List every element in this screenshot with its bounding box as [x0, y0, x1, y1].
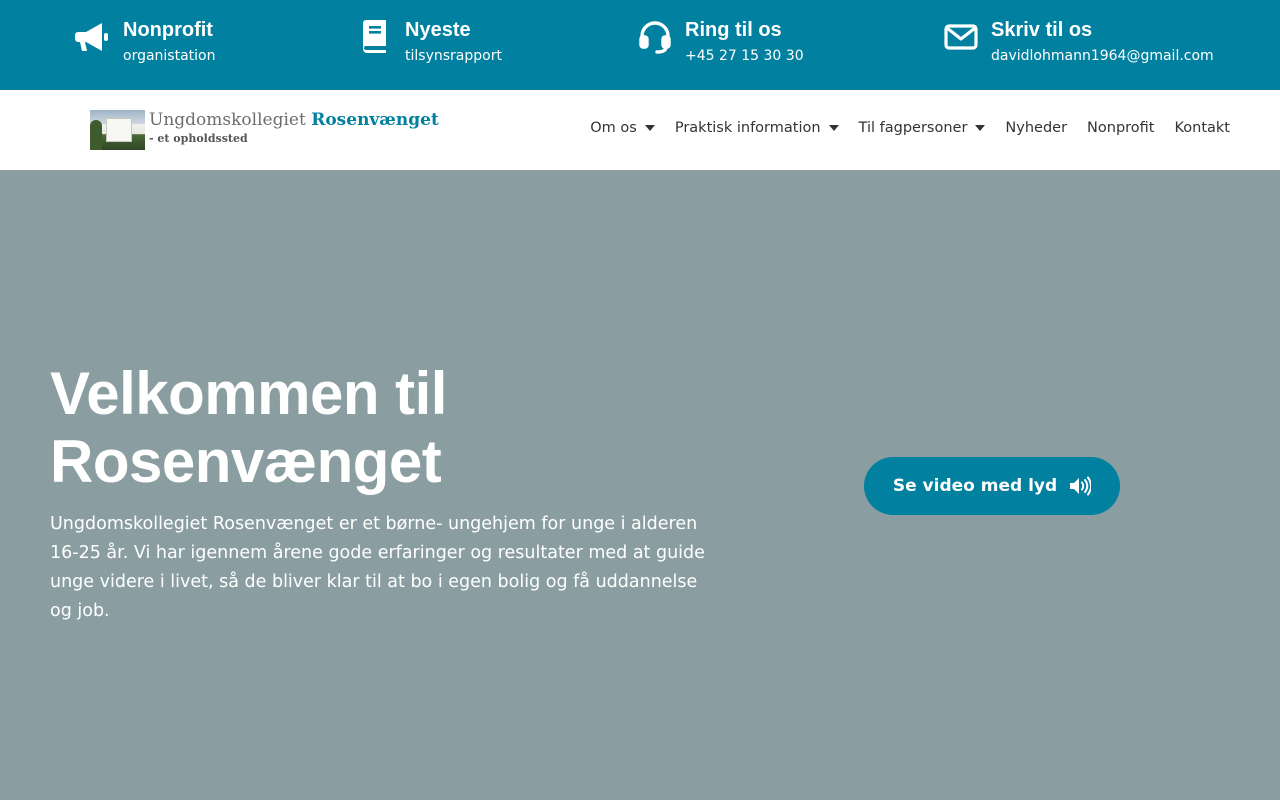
caret-down-icon	[975, 125, 986, 131]
envelope-icon	[942, 18, 980, 56]
site-logo[interactable]: Ungdomskollegiet Rosenvænget - et ophold…	[90, 110, 439, 150]
nav-item-praktisk-information[interactable]: Praktisk information	[675, 120, 839, 136]
nav-item-label: Kontakt	[1174, 120, 1230, 136]
top-info-bar: Nonprofit organistation Nyeste tilsynsra…	[0, 0, 1280, 90]
info-subtitle: davidlohmann1964@gmail.com	[991, 48, 1214, 64]
nav-item-label: Praktisk information	[674, 120, 821, 136]
logo-name: Ungdomskollegiet Rosenvænget	[149, 110, 439, 130]
hero-heading: Velkommen til Rosenvænget	[50, 360, 447, 495]
info-subtitle: +45 27 15 30 30	[685, 48, 804, 64]
nav-item-nonprofit[interactable]: Nonprofit	[1087, 120, 1154, 136]
info-subtitle: organistation	[123, 48, 216, 64]
info-email[interactable]: Skriv til os davidlohmann1964@gmail.com	[942, 18, 1214, 65]
logo-name-part2: Rosenvænget	[311, 110, 439, 130]
book-icon	[356, 18, 394, 56]
info-report[interactable]: Nyeste tilsynsrapport	[356, 18, 502, 65]
nav-item-kontakt[interactable]: Kontakt	[1174, 120, 1230, 136]
megaphone-icon	[74, 18, 112, 56]
nav-item-label: Nonprofit	[1087, 120, 1155, 136]
video-button-label: Se video med lyd	[892, 476, 1058, 496]
logo-name-part1: Ungdomskollegiet	[149, 110, 306, 130]
nav-item-om-os[interactable]: Om os	[590, 120, 655, 136]
nav-item-label: Om os	[590, 120, 637, 136]
info-title: Nonprofit	[123, 19, 213, 41]
watch-video-button[interactable]: Se video med lyd	[864, 457, 1120, 515]
nav-item-nyheder[interactable]: Nyheder	[1005, 120, 1067, 136]
info-title: Nyeste	[405, 19, 471, 41]
hero-description: Ungdomskollegiet Rosenvænget er et børne…	[50, 514, 705, 621]
headset-icon	[636, 18, 674, 56]
info-title: Ring til os	[685, 19, 782, 41]
hero-section: Velkommen til Rosenvænget Ungdomskollegi…	[0, 170, 1280, 800]
caret-down-icon	[828, 125, 839, 131]
nav-item-label: Nyheder	[1005, 120, 1068, 136]
nav-item-til-fagpersoner[interactable]: Til fagpersoner	[859, 120, 986, 136]
logo-house-photo	[90, 110, 145, 150]
info-phone[interactable]: Ring til os +45 27 15 30 30	[636, 18, 804, 65]
nav-item-label: Til fagpersoner	[858, 120, 968, 136]
info-title: Skriv til os	[991, 19, 1093, 41]
caret-down-icon	[644, 125, 655, 131]
info-subtitle: tilsynsrapport	[405, 48, 502, 64]
volume-icon	[1070, 476, 1092, 496]
logo-tagline: - et opholdssted	[149, 132, 248, 145]
main-nav: Om os Praktisk information Til fagperson…	[570, 120, 1230, 136]
info-nonprofit[interactable]: Nonprofit organistation	[74, 18, 215, 65]
site-header: Ungdomskollegiet Rosenvænget - et ophold…	[0, 90, 1280, 170]
